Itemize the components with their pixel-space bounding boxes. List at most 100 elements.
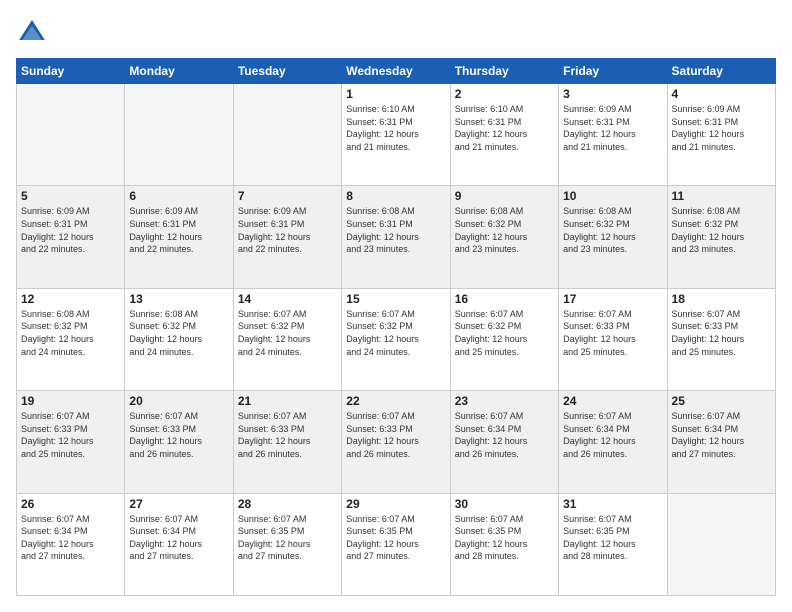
calendar-cell: 29 Sunrise: 6:07 AM Sunset: 6:35 PM Dayli… xyxy=(342,493,450,595)
calendar-cell: 6 Sunrise: 6:09 AM Sunset: 6:31 PM Daylig… xyxy=(125,186,233,288)
calendar-cell: 4Sunrise: 6:09 AM Sunset: 6:31 PM Daylig… xyxy=(667,84,775,186)
calendar-cell: 8 Sunrise: 6:08 AM Sunset: 6:31 PM Daylig… xyxy=(342,186,450,288)
calendar-cell: 30 Sunrise: 6:07 AM Sunset: 6:35 PM Dayli… xyxy=(450,493,558,595)
day-number: 26 xyxy=(21,497,120,511)
day-info: Sunrise: 6:07 AM Sunset: 6:33 PM Dayligh… xyxy=(672,308,771,358)
day-info: Sunrise: 6:07 AM Sunset: 6:33 PM Dayligh… xyxy=(21,410,120,460)
day-number: 16 xyxy=(455,292,554,306)
calendar-cell: 27 Sunrise: 6:07 AM Sunset: 6:34 PM Dayli… xyxy=(125,493,233,595)
day-info: Sunrise: 6:10 AM Sunset: 6:31 PM Dayligh… xyxy=(455,103,554,153)
calendar-cell xyxy=(667,493,775,595)
day-info: Sunrise: 6:08 AM Sunset: 6:32 PM Dayligh… xyxy=(455,205,554,255)
calendar-cell: 28 Sunrise: 6:07 AM Sunset: 6:35 PM Dayli… xyxy=(233,493,341,595)
day-number: 28 xyxy=(238,497,337,511)
weekday-header-thursday: Thursday xyxy=(450,59,558,84)
day-number: 9 xyxy=(455,189,554,203)
day-info: Sunrise: 6:07 AM Sunset: 6:34 PM Dayligh… xyxy=(455,410,554,460)
day-number: 6 xyxy=(129,189,228,203)
calendar-cell: 19 Sunrise: 6:07 AM Sunset: 6:33 PM Dayli… xyxy=(17,391,125,493)
day-info: Sunrise: 6:07 AM Sunset: 6:32 PM Dayligh… xyxy=(238,308,337,358)
day-number: 23 xyxy=(455,394,554,408)
day-info: Sunrise: 6:07 AM Sunset: 6:35 PM Dayligh… xyxy=(346,513,445,563)
day-info: Sunrise: 6:07 AM Sunset: 6:34 PM Dayligh… xyxy=(129,513,228,563)
calendar-cell: 13 Sunrise: 6:08 AM Sunset: 6:32 PM Dayli… xyxy=(125,288,233,390)
calendar-cell xyxy=(17,84,125,186)
day-info: Sunrise: 6:07 AM Sunset: 6:34 PM Dayligh… xyxy=(672,410,771,460)
day-number: 5 xyxy=(21,189,120,203)
day-info: Sunrise: 6:08 AM Sunset: 6:32 PM Dayligh… xyxy=(21,308,120,358)
calendar-cell: 24 Sunrise: 6:07 AM Sunset: 6:34 PM Dayli… xyxy=(559,391,667,493)
day-number: 20 xyxy=(129,394,228,408)
day-info: Sunrise: 6:09 AM Sunset: 6:31 PM Dayligh… xyxy=(238,205,337,255)
calendar-week-row-2: 5 Sunrise: 6:09 AM Sunset: 6:31 PM Daylig… xyxy=(17,186,776,288)
calendar-cell: 5 Sunrise: 6:09 AM Sunset: 6:31 PM Daylig… xyxy=(17,186,125,288)
day-number: 3 xyxy=(563,87,662,101)
calendar-cell: 12 Sunrise: 6:08 AM Sunset: 6:32 PM Dayli… xyxy=(17,288,125,390)
day-info: Sunrise: 6:07 AM Sunset: 6:34 PM Dayligh… xyxy=(21,513,120,563)
weekday-header-friday: Friday xyxy=(559,59,667,84)
day-info: Sunrise: 6:07 AM Sunset: 6:33 PM Dayligh… xyxy=(129,410,228,460)
day-number: 18 xyxy=(672,292,771,306)
day-info: Sunrise: 6:09 AM Sunset: 6:31 PM Dayligh… xyxy=(563,103,662,153)
day-number: 14 xyxy=(238,292,337,306)
calendar-cell: 10 Sunrise: 6:08 AM Sunset: 6:32 PM Dayli… xyxy=(559,186,667,288)
day-number: 22 xyxy=(346,394,445,408)
calendar-week-row-5: 26 Sunrise: 6:07 AM Sunset: 6:34 PM Dayli… xyxy=(17,493,776,595)
weekday-header-row: SundayMondayTuesdayWednesdayThursdayFrid… xyxy=(17,59,776,84)
day-info: Sunrise: 6:07 AM Sunset: 6:35 PM Dayligh… xyxy=(455,513,554,563)
day-number: 21 xyxy=(238,394,337,408)
day-number: 27 xyxy=(129,497,228,511)
calendar-cell: 3 Sunrise: 6:09 AM Sunset: 6:31 PM Daylig… xyxy=(559,84,667,186)
calendar-cell: 2 Sunrise: 6:10 AM Sunset: 6:31 PM Daylig… xyxy=(450,84,558,186)
day-number: 13 xyxy=(129,292,228,306)
calendar-cell: 1Sunrise: 6:10 AM Sunset: 6:31 PM Daylig… xyxy=(342,84,450,186)
calendar-cell: 14 Sunrise: 6:07 AM Sunset: 6:32 PM Dayli… xyxy=(233,288,341,390)
weekday-header-monday: Monday xyxy=(125,59,233,84)
day-info: Sunrise: 6:07 AM Sunset: 6:33 PM Dayligh… xyxy=(563,308,662,358)
calendar-cell: 16 Sunrise: 6:07 AM Sunset: 6:32 PM Dayli… xyxy=(450,288,558,390)
day-info: Sunrise: 6:07 AM Sunset: 6:32 PM Dayligh… xyxy=(346,308,445,358)
day-number: 10 xyxy=(563,189,662,203)
calendar-cell: 20 Sunrise: 6:07 AM Sunset: 6:33 PM Dayli… xyxy=(125,391,233,493)
calendar-cell: 7 Sunrise: 6:09 AM Sunset: 6:31 PM Daylig… xyxy=(233,186,341,288)
day-info: Sunrise: 6:08 AM Sunset: 6:32 PM Dayligh… xyxy=(563,205,662,255)
calendar-week-row-3: 12 Sunrise: 6:08 AM Sunset: 6:32 PM Dayli… xyxy=(17,288,776,390)
day-number: 19 xyxy=(21,394,120,408)
calendar-cell: 22 Sunrise: 6:07 AM Sunset: 6:33 PM Dayli… xyxy=(342,391,450,493)
day-number: 8 xyxy=(346,189,445,203)
calendar-week-row-4: 19 Sunrise: 6:07 AM Sunset: 6:33 PM Dayli… xyxy=(17,391,776,493)
day-number: 15 xyxy=(346,292,445,306)
day-number: 12 xyxy=(21,292,120,306)
calendar-cell: 9 Sunrise: 6:08 AM Sunset: 6:32 PM Daylig… xyxy=(450,186,558,288)
calendar-cell xyxy=(125,84,233,186)
day-number: 17 xyxy=(563,292,662,306)
weekday-header-wednesday: Wednesday xyxy=(342,59,450,84)
day-info: Sunrise: 6:07 AM Sunset: 6:35 PM Dayligh… xyxy=(238,513,337,563)
day-info: Sunrise: 6:09 AM Sunset: 6:31 PM Dayligh… xyxy=(672,103,771,153)
day-number: 25 xyxy=(672,394,771,408)
day-info: Sunrise: 6:09 AM Sunset: 6:31 PM Dayligh… xyxy=(129,205,228,255)
calendar-cell: 18 Sunrise: 6:07 AM Sunset: 6:33 PM Dayli… xyxy=(667,288,775,390)
calendar-week-row-1: 1 Sunrise: 6:10 AM Sunset: 6:31 PM Daylig… xyxy=(17,84,776,186)
weekday-header-tuesday: Tuesday xyxy=(233,59,341,84)
page: SundayMondayTuesdayWednesdayThursdayFrid… xyxy=(0,0,792,612)
day-number: 29 xyxy=(346,497,445,511)
day-number: 24 xyxy=(563,394,662,408)
day-info: Sunrise: 6:07 AM Sunset: 6:33 PM Dayligh… xyxy=(346,410,445,460)
calendar-table: SundayMondayTuesdayWednesdayThursdayFrid… xyxy=(16,58,776,596)
day-info: Sunrise: 6:07 AM Sunset: 6:35 PM Dayligh… xyxy=(563,513,662,563)
calendar-cell: 15 Sunrise: 6:07 AM Sunset: 6:32 PM Dayli… xyxy=(342,288,450,390)
day-info: Sunrise: 6:08 AM Sunset: 6:32 PM Dayligh… xyxy=(129,308,228,358)
day-number: 30 xyxy=(455,497,554,511)
day-info: Sunrise: 6:07 AM Sunset: 6:32 PM Dayligh… xyxy=(455,308,554,358)
day-number: 2 xyxy=(455,87,554,101)
day-info: Sunrise: 6:09 AM Sunset: 6:31 PM Dayligh… xyxy=(21,205,120,255)
day-info: Sunrise: 6:07 AM Sunset: 6:34 PM Dayligh… xyxy=(563,410,662,460)
calendar-cell: 25 Sunrise: 6:07 AM Sunset: 6:34 PM Dayli… xyxy=(667,391,775,493)
day-number: 31 xyxy=(563,497,662,511)
day-number: 1 xyxy=(346,87,445,101)
calendar-cell xyxy=(233,84,341,186)
day-info: Sunrise: 6:08 AM Sunset: 6:31 PM Dayligh… xyxy=(346,205,445,255)
day-number: 7 xyxy=(238,189,337,203)
weekday-header-sunday: Sunday xyxy=(17,59,125,84)
